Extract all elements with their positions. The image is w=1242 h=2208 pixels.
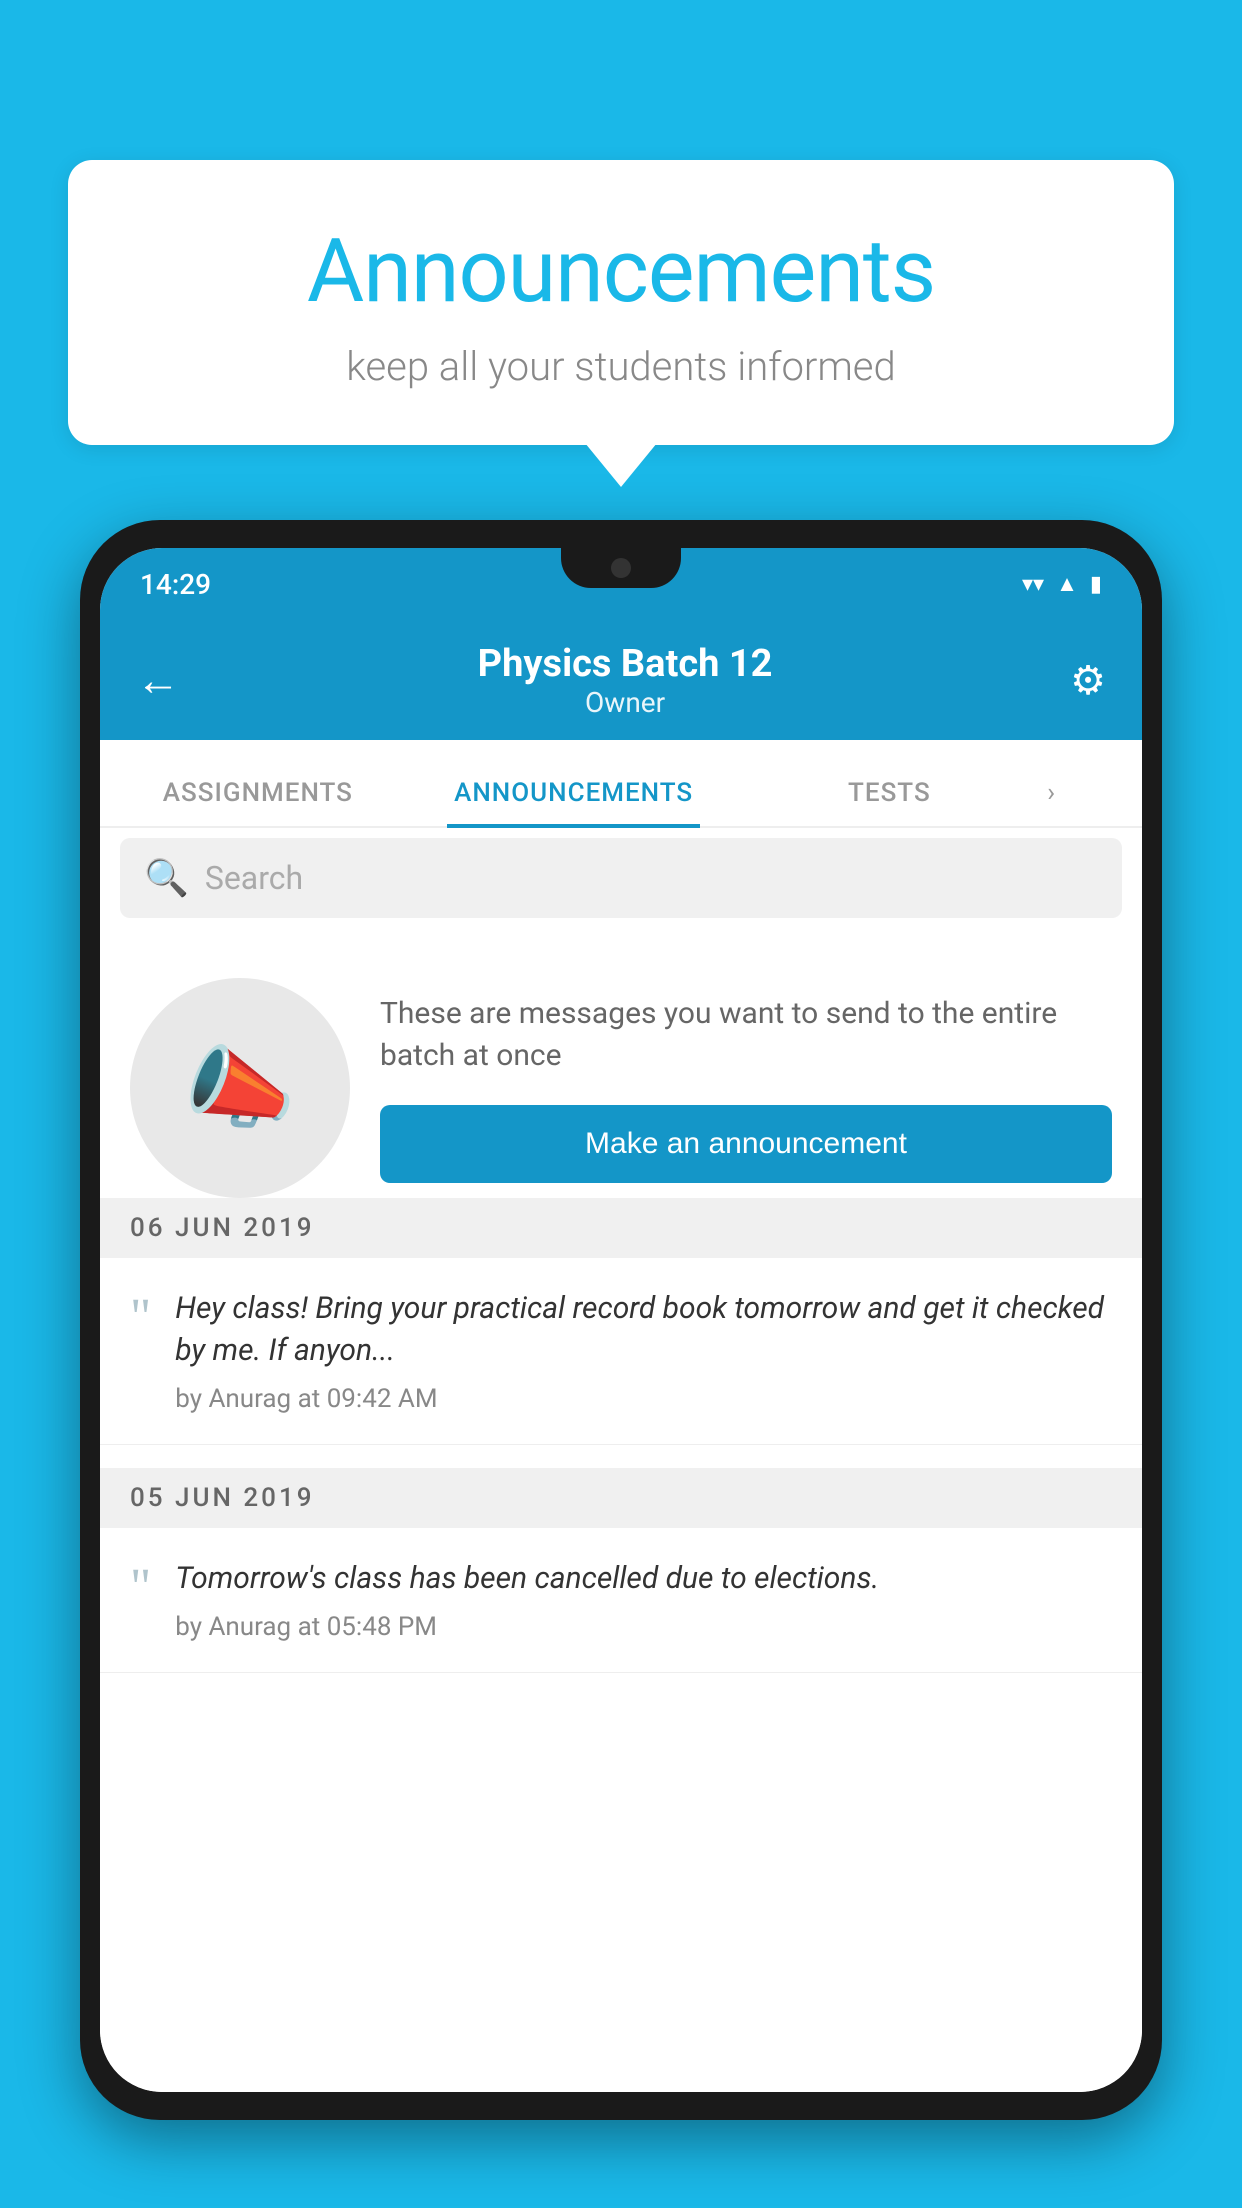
back-button[interactable]: ← (136, 654, 180, 706)
signal-icon: ▲ (1056, 571, 1078, 597)
date-divider-1-text: 06 JUN 2019 (130, 1213, 315, 1243)
announcement-content-2: Tomorrow's class has been cancelled due … (175, 1558, 1112, 1642)
announcement-item-1[interactable]: " Hey class! Bring your practical record… (100, 1258, 1142, 1445)
announcement-description: These are messages you want to send to t… (380, 993, 1112, 1077)
quote-icon-2: " (130, 1562, 151, 1614)
bottom-area (100, 1698, 1142, 2092)
notch-bump (561, 548, 681, 588)
speech-bubble-title: Announcements (108, 220, 1134, 323)
phone-screen: 14:29 ▾▾ ▲ ▮ ← Physics Batch 12 Owner ⚙ … (100, 548, 1142, 2092)
tab-tests[interactable]: TESTS (732, 778, 1048, 826)
announcement-message-1: Hey class! Bring your practical record b… (175, 1288, 1112, 1372)
tab-assignments[interactable]: ASSIGNMENTS (100, 778, 416, 826)
speech-bubble-subtitle: keep all your students informed (108, 343, 1134, 390)
status-icons: ▾▾ ▲ ▮ (1022, 571, 1102, 597)
tab-more[interactable]: › (1047, 778, 1142, 826)
quote-icon-1: " (130, 1292, 151, 1344)
search-icon: 🔍 (144, 857, 189, 899)
megaphone-circle: 📣 (130, 978, 350, 1198)
announcement-content-1: Hey class! Bring your practical record b… (175, 1288, 1112, 1414)
announcement-empty-state: 📣 These are messages you want to send to… (100, 938, 1142, 1238)
megaphone-icon: 📣 (184, 1036, 296, 1141)
tab-announcements[interactable]: ANNOUNCEMENTS (416, 778, 732, 826)
date-divider-1: 06 JUN 2019 (100, 1198, 1142, 1258)
tabs-container: ASSIGNMENTS ANNOUNCEMENTS TESTS › (100, 740, 1142, 828)
app-header: ← Physics Batch 12 Owner ⚙ (100, 620, 1142, 740)
header-subtitle: Owner (478, 686, 773, 719)
announcement-meta-1: by Anurag at 09:42 AM (175, 1384, 1112, 1414)
status-time: 14:29 (140, 568, 211, 601)
announcement-right: These are messages you want to send to t… (380, 993, 1112, 1183)
announcement-meta-2: by Anurag at 05:48 PM (175, 1612, 1112, 1642)
date-divider-2-text: 05 JUN 2019 (130, 1483, 315, 1513)
date-divider-2: 05 JUN 2019 (100, 1468, 1142, 1528)
header-center: Physics Batch 12 Owner (478, 642, 773, 719)
settings-icon[interactable]: ⚙ (1070, 657, 1106, 704)
make-announcement-button[interactable]: Make an announcement (380, 1105, 1112, 1183)
search-placeholder: Search (205, 859, 303, 897)
battery-icon: ▮ (1090, 572, 1102, 597)
announcement-item-2[interactable]: " Tomorrow's class has been cancelled du… (100, 1528, 1142, 1673)
phone-mockup: 14:29 ▾▾ ▲ ▮ ← Physics Batch 12 Owner ⚙ … (80, 520, 1162, 2120)
camera-dot (611, 558, 631, 578)
announcement-message-2: Tomorrow's class has been cancelled due … (175, 1558, 1112, 1600)
wifi-icon: ▾▾ (1022, 572, 1044, 597)
speech-bubble-container: Announcements keep all your students inf… (68, 160, 1174, 445)
speech-bubble: Announcements keep all your students inf… (68, 160, 1174, 445)
header-title: Physics Batch 12 (478, 642, 773, 686)
search-bar[interactable]: 🔍 Search (120, 838, 1122, 918)
